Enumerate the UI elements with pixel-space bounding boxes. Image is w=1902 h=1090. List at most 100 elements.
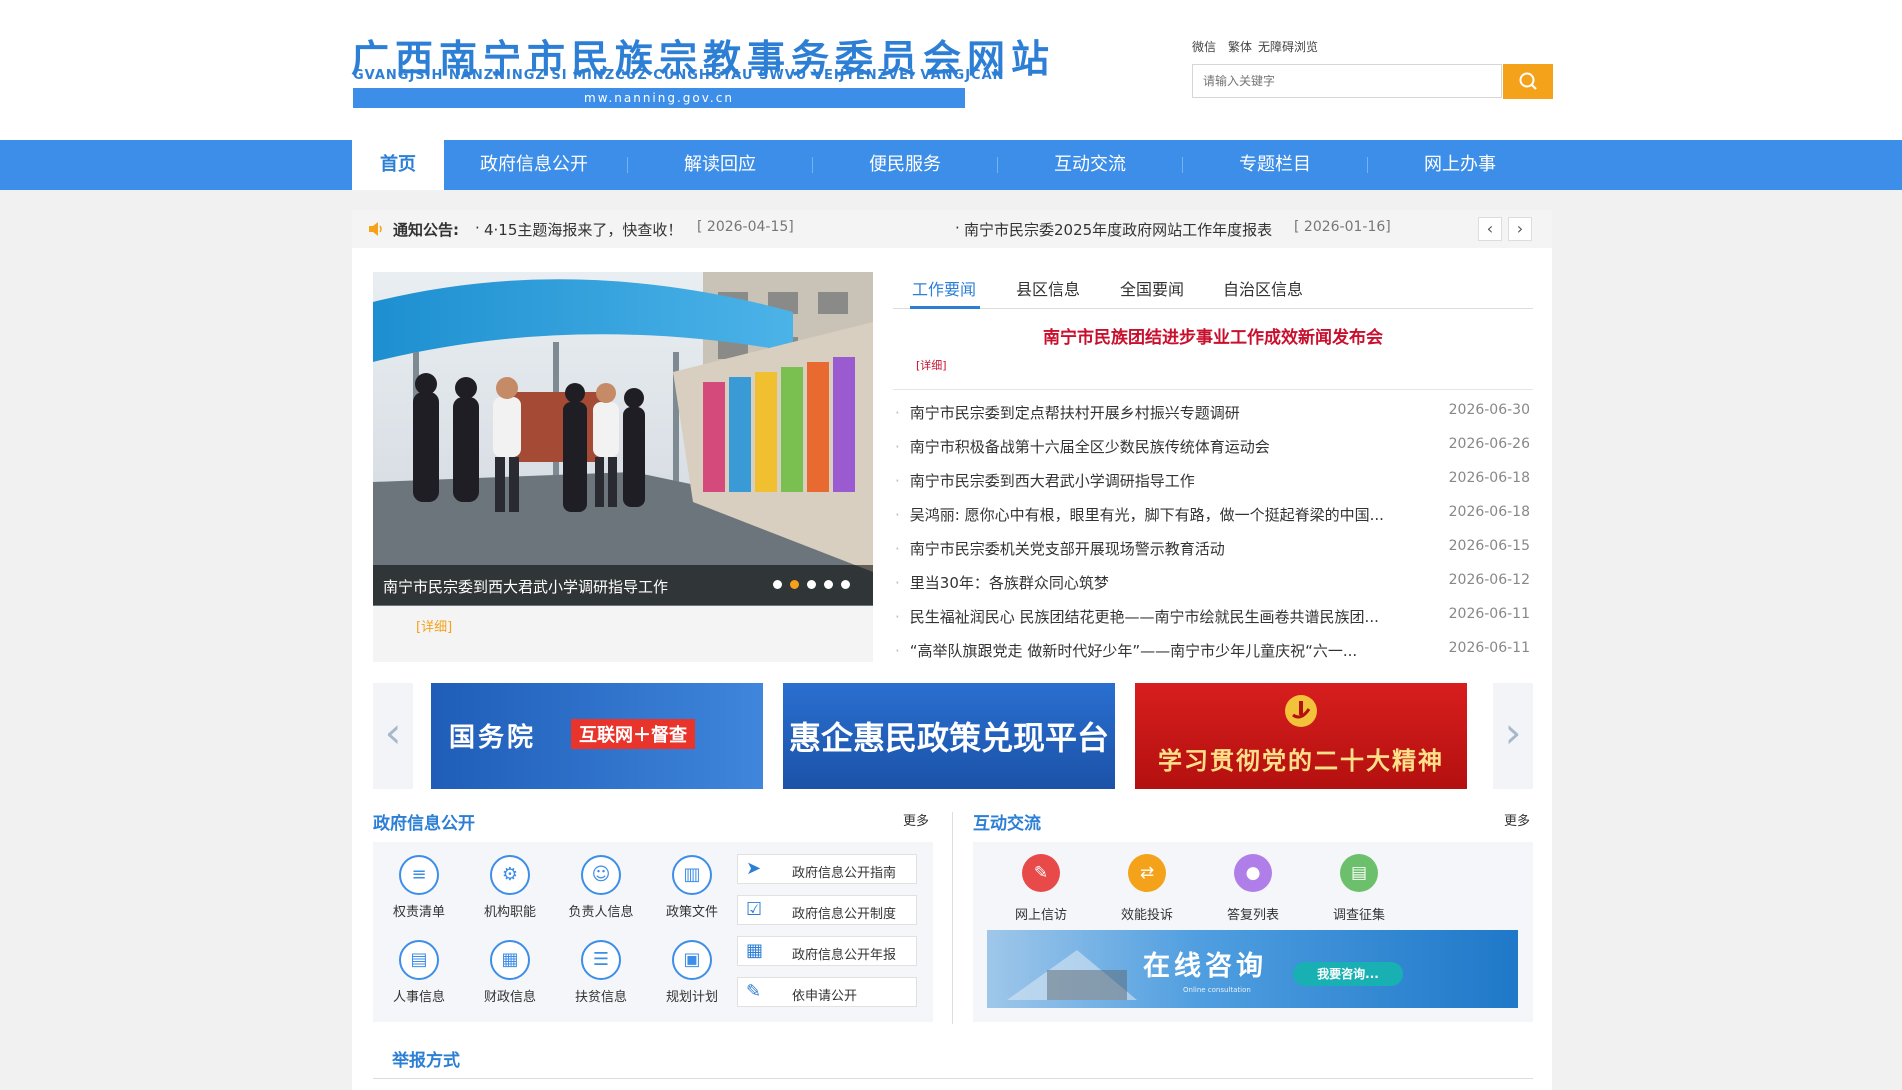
- news-item[interactable]: · 民生福祉润民心 民族团结花更艳——南宁市绘就民生画卷共谱民族团...: [895, 606, 1415, 627]
- interaction-label[interactable]: 调查征集: [1314, 904, 1404, 923]
- gov-icon-label[interactable]: 财政信息: [472, 989, 548, 1006]
- nav-interpretation[interactable]: 解读回应: [630, 140, 810, 190]
- news-item[interactable]: · 南宁市积极备战第十六届全区少数民族传统体育运动会: [895, 436, 1415, 457]
- report-title: 举报方式: [392, 1051, 460, 1071]
- online-consultation-banner[interactable]: 在线咨询 Online consultation 我要咨询...: [987, 930, 1518, 1008]
- slider-photo: [373, 272, 873, 606]
- search-icon: [1519, 72, 1537, 90]
- search-input[interactable]: [1192, 64, 1502, 98]
- news-slider[interactable]: [373, 272, 873, 606]
- nav-online-services[interactable]: 网上办事: [1370, 140, 1550, 190]
- gov-link-label: 政府信息公开指南: [792, 866, 897, 881]
- gov-icon-label[interactable]: 机构职能: [472, 904, 548, 921]
- news-item[interactable]: · 南宁市民宗委到定点帮扶村开展乡村振兴专题调研: [895, 402, 1415, 423]
- slider-dot[interactable]: [824, 580, 833, 589]
- nav-topics[interactable]: 专题栏目: [1185, 140, 1365, 190]
- slider-detail-link[interactable]: [详细]: [416, 616, 452, 635]
- news-date: 2026-06-18: [1448, 470, 1530, 486]
- shuffle-icon[interactable]: ⇄: [1128, 854, 1166, 892]
- nav-separator: [1182, 157, 1183, 173]
- banner-policy-platform[interactable]: 惠企惠民政策兑现平台: [783, 683, 1115, 789]
- list-icon[interactable]: ≡: [399, 855, 439, 895]
- bullet-list-icon[interactable]: ☰: [581, 940, 621, 980]
- news-item[interactable]: · 吴鸿丽: 愿你心中有根，眼里有光，脚下有路，做一个挺起脊梁的中国...: [895, 504, 1415, 525]
- nav-services[interactable]: 便民服务: [815, 140, 995, 190]
- gov-link-label: 政府信息公开年报: [792, 948, 897, 963]
- search-button[interactable]: [1503, 64, 1553, 99]
- gov-icon-label[interactable]: 扶贫信息: [563, 989, 639, 1006]
- tab-divider: [893, 308, 1533, 309]
- notice-next-button[interactable]: ›: [1508, 217, 1532, 241]
- tab-work-news[interactable]: 工作要闻: [912, 276, 976, 300]
- news-bullet: ·: [895, 540, 900, 558]
- banner-state-council[interactable]: 国务院 互联网＋督查: [431, 683, 763, 789]
- ledger-icon[interactable]: ▦: [490, 940, 530, 980]
- notice-item[interactable]: 4·15主题海报来了，快查收！: [484, 219, 682, 240]
- slider-dot[interactable]: [807, 580, 816, 589]
- nav-home[interactable]: 首页: [352, 140, 444, 190]
- slider-dot[interactable]: [773, 580, 782, 589]
- news-divider: [893, 389, 1533, 390]
- gov-link-application[interactable]: ✎ 依申请公开: [737, 977, 917, 1007]
- interaction-title[interactable]: 互动交流: [973, 809, 1041, 834]
- gov-icon-label[interactable]: 规划计划: [654, 989, 730, 1006]
- traditional-chinese-link[interactable]: 繁体: [1228, 38, 1252, 55]
- interaction-label[interactable]: 答复列表: [1208, 904, 1298, 923]
- site-subtitle: GVANGJSIH NANZNINGZ SI MINZCUZ CUNGHGYAU…: [353, 68, 1005, 83]
- tab-national-news[interactable]: 全国要闻: [1120, 276, 1184, 300]
- news-date: 2026-06-11: [1448, 640, 1530, 656]
- news-item[interactable]: · 南宁市民宗委机关党支部开展现场警示教育活动: [895, 538, 1415, 559]
- slider-caption[interactable]: 南宁市民宗委到西大君武小学调研指导工作: [383, 576, 668, 597]
- nav-interaction[interactable]: 互动交流: [1000, 140, 1180, 190]
- interaction-label[interactable]: 效能投诉: [1102, 904, 1192, 923]
- id-card-icon[interactable]: ▤: [399, 940, 439, 980]
- gov-icon-label[interactable]: 人事信息: [381, 989, 457, 1006]
- notice-prev-button[interactable]: ‹: [1478, 217, 1502, 241]
- slider-dot[interactable]: [841, 580, 850, 589]
- notice-date: [ 2026-04-15]: [697, 219, 794, 235]
- book-icon[interactable]: ▣: [672, 940, 712, 980]
- gov-link-system[interactable]: ☑ 政府信息公开制度: [737, 895, 917, 925]
- news-title: 南宁市民宗委机关党支部开展现场警示教育活动: [909, 540, 1225, 558]
- headline-detail-link[interactable]: [详细]: [916, 357, 947, 373]
- gov-info-title[interactable]: 政府信息公开: [373, 809, 475, 834]
- gov-icon-label[interactable]: 权责清单: [381, 904, 457, 921]
- interaction-label[interactable]: 网上信访: [996, 904, 1086, 923]
- interaction-more-link[interactable]: 更多: [1504, 810, 1530, 829]
- edit-icon: ✎: [746, 981, 762, 1002]
- news-item[interactable]: · “高举队旗跟党走 做新时代好少年”——南宁市少年儿童庆祝“六一...: [895, 640, 1415, 661]
- document-icon[interactable]: ▤: [1340, 854, 1378, 892]
- headline-news[interactable]: 南宁市民族团结进步事业工作成效新闻发布会: [893, 323, 1533, 348]
- gov-link-annual-report[interactable]: ▦ 政府信息公开年报: [737, 936, 917, 966]
- news-title: “高举队旗跟党走 做新时代好少年”——南宁市少年儿童庆祝“六一...: [909, 642, 1358, 660]
- news-title: 南宁市积极备战第十六届全区少数民族传统体育运动会: [909, 438, 1270, 456]
- news-item[interactable]: · 里当30年：各族群众同心筑梦: [895, 572, 1415, 593]
- banner-next-button[interactable]: ›: [1493, 683, 1533, 789]
- gov-icon-label[interactable]: 政策文件: [654, 904, 730, 921]
- person-icon[interactable]: ☺: [581, 855, 621, 895]
- tab-region-news[interactable]: 自治区信息: [1223, 276, 1303, 300]
- news-date: 2026-06-18: [1448, 504, 1530, 520]
- chart-icon[interactable]: ▥: [672, 855, 712, 895]
- gov-link-guide[interactable]: ➤ 政府信息公开指南: [737, 854, 917, 884]
- microphone-icon[interactable]: ●: [1234, 854, 1272, 892]
- notice-item[interactable]: 南宁市民宗委2025年度政府网站工作年度报表: [964, 219, 1272, 240]
- nav-separator: [1367, 157, 1368, 173]
- accessibility-link[interactable]: 无障碍浏览: [1258, 38, 1318, 55]
- banner-prev-button[interactable]: ‹: [373, 683, 413, 789]
- edit-icon[interactable]: ✎: [1022, 854, 1060, 892]
- slider-dot-active[interactable]: [790, 580, 799, 589]
- news-bullet: ·: [895, 404, 900, 422]
- gov-info-more-link[interactable]: 更多: [903, 810, 929, 829]
- consultation-button[interactable]: 我要咨询...: [1293, 962, 1403, 986]
- nav-gov-info[interactable]: 政府信息公开: [444, 140, 624, 190]
- document-check-icon: ☑: [746, 899, 763, 920]
- notice-date: [ 2026-01-16]: [1294, 219, 1391, 235]
- wechat-link[interactable]: 微信: [1192, 38, 1216, 55]
- banner-party-congress[interactable]: 学习贯彻党的二十大精神: [1135, 683, 1467, 789]
- gov-icon-label[interactable]: 负责人信息: [563, 904, 639, 940]
- gear-icon[interactable]: ⚙: [490, 855, 530, 895]
- news-item[interactable]: · 南宁市民宗委到西大君武小学调研指导工作: [895, 470, 1415, 491]
- tab-county-news[interactable]: 县区信息: [1016, 276, 1080, 300]
- news-title: 吴鸿丽: 愿你心中有根，眼里有光，脚下有路，做一个挺起脊梁的中国...: [909, 506, 1384, 524]
